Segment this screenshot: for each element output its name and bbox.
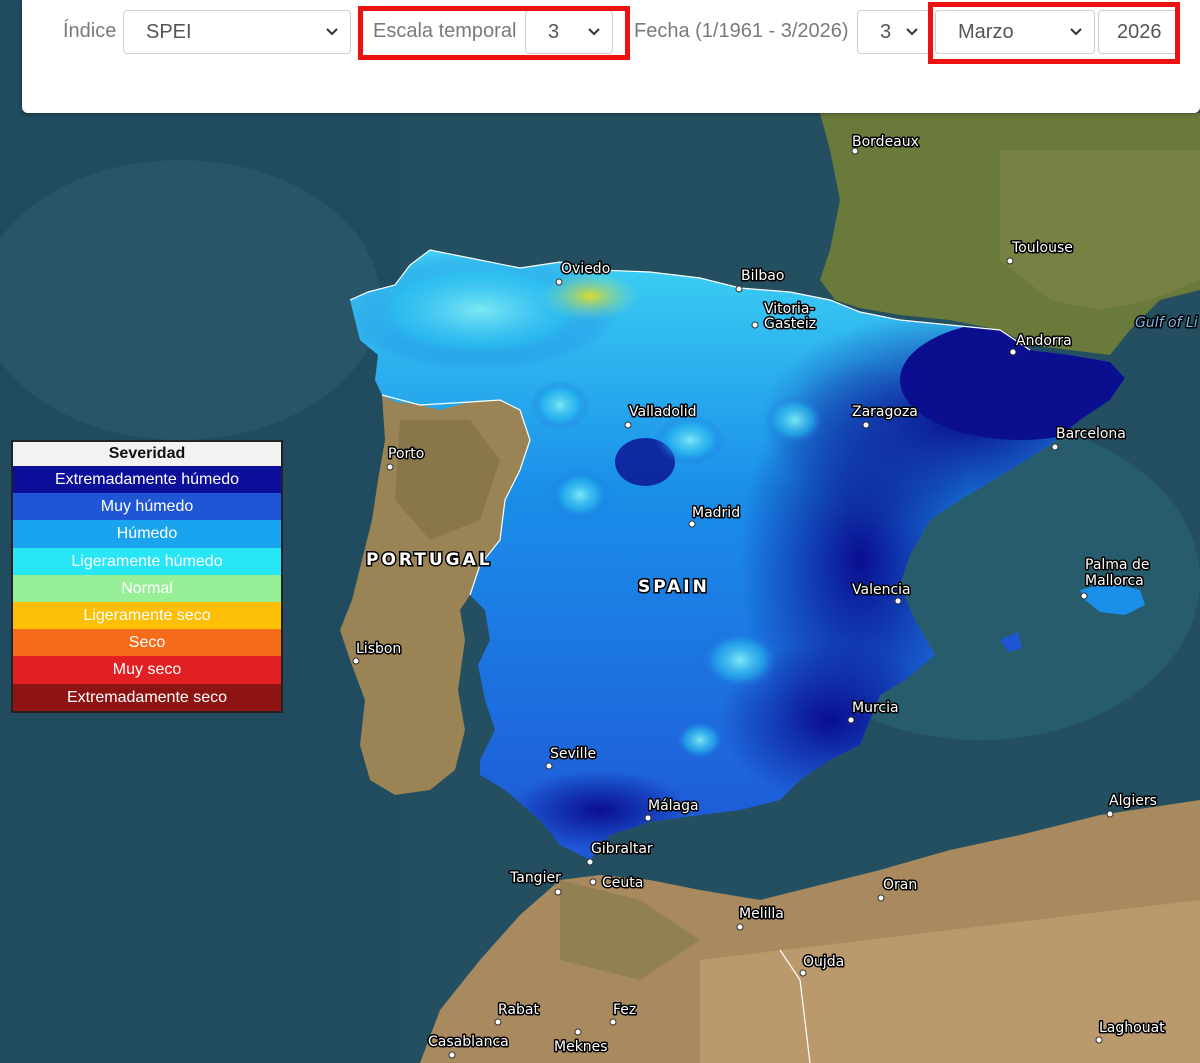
city-meknes: Meknes — [554, 1039, 608, 1055]
city-vitoria-2: Gasteiz — [764, 316, 816, 332]
legend-item-extremely-dry: Extremadamente seco — [13, 683, 281, 711]
city-rabat: Rabat — [498, 1002, 539, 1018]
legend-item-very-dry: Muy seco — [13, 656, 281, 684]
city-melilla: Melilla — [739, 906, 784, 922]
city-oviedo: Oviedo — [561, 261, 610, 277]
label-spain: SPAIN — [638, 577, 710, 597]
city-laghouat: Laghouat — [1099, 1020, 1165, 1036]
legend-item-normal: Normal — [13, 574, 281, 602]
city-palma: Palma de — [1085, 557, 1149, 573]
city-lisbon: Lisbon — [356, 641, 401, 657]
legend-item-dry: Seco — [13, 629, 281, 657]
date-label: Fecha (1/1961 - 3/2026) — [634, 20, 849, 42]
city-madrid: Madrid — [692, 505, 740, 521]
city-murcia: Murcia — [852, 700, 899, 716]
city-andorra: Andorra — [1016, 333, 1072, 349]
chevron-down-icon — [326, 28, 338, 36]
city-valencia: Valencia — [852, 582, 911, 598]
city-toulouse: Toulouse — [1011, 240, 1073, 256]
city-zaragoza: Zaragoza — [852, 404, 918, 420]
city-ceuta: Ceuta — [602, 875, 643, 891]
city-malaga: Málaga — [648, 798, 699, 814]
chevron-down-icon — [906, 28, 918, 36]
city-seville: Seville — [550, 746, 596, 762]
city-fez: Fez — [613, 1002, 636, 1018]
city-oran: Oran — [883, 877, 917, 893]
city-palma-2: Mallorca — [1085, 573, 1144, 589]
city-algiers: Algiers — [1109, 793, 1157, 809]
city-casablanca: Casablanca — [428, 1034, 509, 1050]
legend-item-extremely-wet: Extremadamente húmedo — [13, 466, 281, 494]
city-barcelona: Barcelona — [1056, 426, 1126, 442]
legend-title: Severidad — [13, 442, 281, 466]
city-bilbao: Bilbao — [741, 268, 784, 284]
legend-item-wet: Húmedo — [13, 520, 281, 548]
index-select[interactable]: SPEI — [123, 10, 351, 54]
legend-item-very-wet: Muy húmedo — [13, 493, 281, 521]
city-valladolid: Valladolid — [629, 404, 697, 420]
city-gibraltar: Gibraltar — [591, 841, 653, 857]
city-bordeaux: Bordeaux — [852, 134, 919, 150]
legend-item-slightly-dry: Ligeramente seco — [13, 601, 281, 630]
legend-item-slightly-wet: Ligeramente húmedo — [13, 547, 281, 575]
index-select-value: SPEI — [146, 21, 192, 43]
label-portugal: PORTUGAL — [366, 550, 493, 570]
city-oujda: Oujda — [803, 954, 844, 970]
city-vitoria: Vitoria- — [764, 301, 815, 317]
day-select-value: 3 — [880, 21, 892, 43]
label-gulf: Gulf of Li — [1135, 315, 1198, 331]
city-tangier: Tangier — [509, 870, 561, 886]
date-highlight-box — [928, 2, 1180, 64]
city-porto: Porto — [388, 446, 424, 462]
day-select[interactable]: 3 — [857, 10, 931, 54]
index-label: Índice — [63, 20, 117, 42]
filter-toolbar: Índice SPEI Escala temporal 3 Fecha (1/1… — [22, 0, 1200, 113]
scale-highlight-box — [358, 6, 630, 60]
severity-legend: Severidad Extremadamente húmedo Muy húme… — [11, 440, 283, 713]
